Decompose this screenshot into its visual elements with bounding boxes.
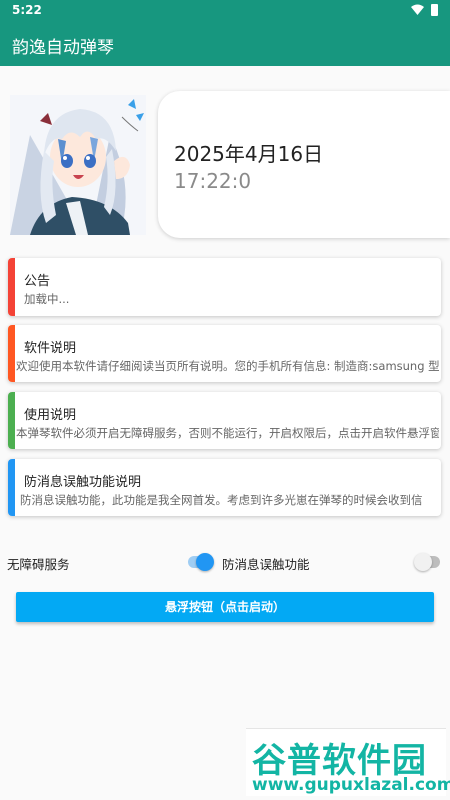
- card-body: 本弹琴软件必须开启无障碍服务，否则不能运行，开启权限后，点击开启软件悬浮窗: [16, 426, 439, 440]
- anti-touch-info-card[interactable]: 防消息误触功能说明 防消息误触功能，此功能是我全网首发。考虑到许多光崽在弹琴的时…: [8, 459, 441, 516]
- card-title: 公告: [24, 274, 51, 289]
- battery-icon: [431, 4, 438, 16]
- watermark: 谷普软件园 www.gupuxlazal.com: [246, 728, 450, 796]
- app-title: 韵逸自动弹琴: [12, 38, 114, 58]
- card-accent-bar: [8, 258, 15, 316]
- switch-thumb: [414, 553, 432, 571]
- watermark-url: www.gupuxlazal.com: [252, 775, 450, 795]
- status-time: 5:22: [12, 3, 42, 17]
- card-body: 防消息误触功能，此功能是我全网首发。考虑到许多光崽在弹琴的时候会收到信: [20, 493, 423, 507]
- card-accent-bar: [8, 325, 15, 382]
- current-date: 2025年4月16日: [174, 142, 324, 166]
- card-body: 欢迎使用本软件请仔细阅读当页所有说明。您的手机所有信息: 制造商:samsung…: [16, 359, 439, 373]
- current-time: 17:22:0: [174, 169, 252, 193]
- anti-touch-label: 防消息误触功能: [222, 557, 310, 572]
- wifi-icon: [411, 4, 424, 15]
- float-button[interactable]: 悬浮按钮（点击启动）: [16, 592, 434, 622]
- card-body: 加载中...: [24, 292, 70, 306]
- app-bar: 韵逸自动弹琴: [0, 22, 450, 66]
- avatar-image: [10, 95, 146, 235]
- date-card: 2025年4月16日 17:22:0: [158, 91, 450, 238]
- usage-info-card[interactable]: 使用说明 本弹琴软件必须开启无障碍服务，否则不能运行，开启权限后，点击开启软件悬…: [8, 392, 441, 449]
- software-info-card[interactable]: 软件说明 欢迎使用本软件请仔细阅读当页所有说明。您的手机所有信息: 制造商:sa…: [8, 325, 441, 382]
- anime-girl-illustration: [10, 95, 146, 235]
- status-bar: 5:22: [0, 0, 450, 22]
- card-accent-bar: [8, 392, 15, 449]
- card-title: 防消息误触功能说明: [24, 475, 142, 490]
- anti-touch-switch[interactable]: [414, 553, 442, 571]
- announcement-card[interactable]: 公告 加载中...: [8, 258, 441, 316]
- card-title: 使用说明: [24, 408, 77, 423]
- card-title: 软件说明: [24, 341, 77, 356]
- card-accent-bar: [8, 459, 15, 516]
- accessibility-switch[interactable]: [186, 553, 214, 571]
- switch-thumb: [196, 553, 214, 571]
- accessibility-label: 无障碍服务: [7, 557, 70, 572]
